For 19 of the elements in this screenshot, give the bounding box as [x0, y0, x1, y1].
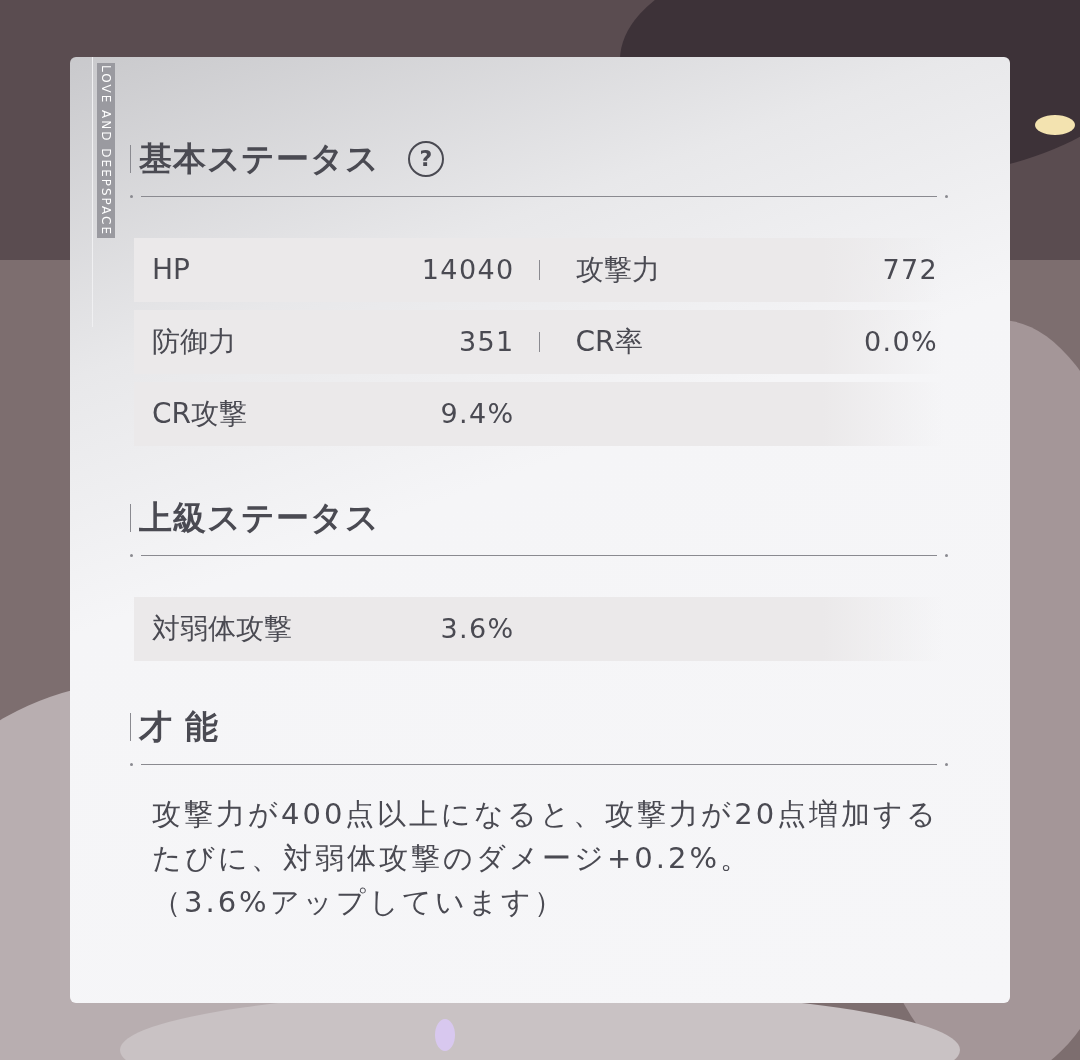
stat-value: 3.6% [440, 611, 515, 646]
brand-text: LOVE AND DEEPSPACE [97, 63, 115, 239]
section-heading: 上級ステータス [139, 497, 380, 540]
stat-value: 351 [458, 324, 515, 359]
stat-label: CR攻撃 [152, 396, 247, 432]
stat-value: 9.4% [440, 396, 515, 431]
stat-value: 772 [882, 252, 938, 287]
help-button[interactable]: ? [407, 141, 444, 177]
talent-description: 攻撃力が400点以上になると、攻撃力が20点増加するたびに、対弱体攻撃のダメージ+0.2%。 [152, 796, 941, 877]
section-heading: 才 能 [139, 706, 219, 749]
stat-value: 14040 [421, 252, 515, 287]
stat-label: 対弱体攻撃 [152, 611, 292, 647]
stat-label: CR率 [575, 324, 643, 360]
stat-label: HP [152, 252, 190, 288]
stat-label: 防御力 [152, 324, 236, 360]
stat-label: 攻撃力 [575, 252, 660, 288]
section-heading: 基本ステータス [139, 138, 380, 181]
stat-value: 0.0% [864, 324, 938, 359]
talent-description: （3.6%アップしています） [152, 884, 567, 921]
